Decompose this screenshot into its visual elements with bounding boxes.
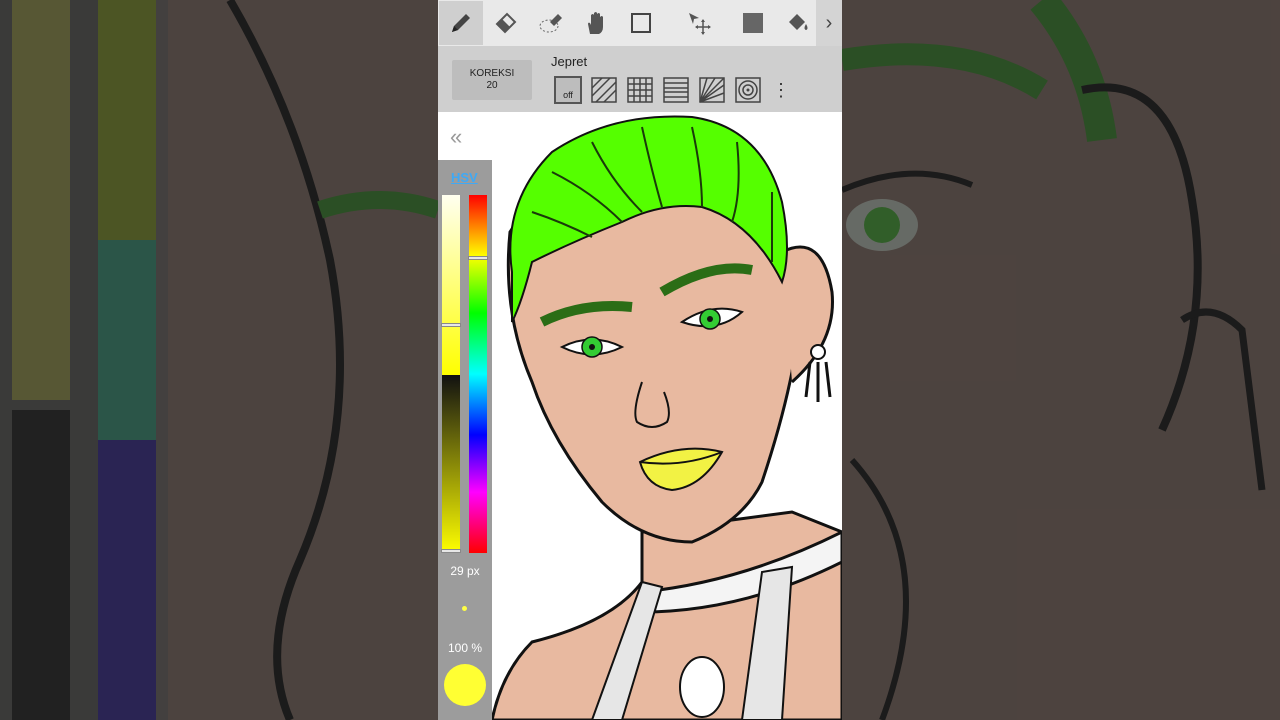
background-right: [842, 0, 1280, 720]
grid-icon: [627, 77, 653, 103]
snap-label: Jepret: [551, 54, 588, 69]
opacity-label[interactable]: 100 %: [438, 641, 492, 655]
rectangle-select-icon: [631, 13, 651, 33]
eraser-tool[interactable]: [484, 1, 528, 45]
pen-tool[interactable]: [439, 1, 483, 45]
bucket-icon: [789, 14, 808, 30]
snap-parallel-button[interactable]: [590, 76, 618, 104]
brush-size-label[interactable]: 29 px: [438, 564, 492, 578]
rectangle-select-tool[interactable]: [619, 1, 663, 45]
selection-eraser-tool[interactable]: [529, 1, 573, 45]
hue-slider[interactable]: [469, 195, 487, 553]
brush-size-preview: [462, 606, 467, 611]
radial-lines-icon: [699, 77, 725, 103]
hue-handle[interactable]: [468, 256, 488, 260]
saturation-slider[interactable]: [442, 195, 460, 375]
tool-bar: ›: [438, 0, 842, 46]
snap-off-button[interactable]: off: [554, 76, 582, 104]
artwork: [490, 115, 842, 720]
snap-grid-button[interactable]: [626, 76, 654, 104]
correction-button[interactable]: KOREKSI 20: [452, 60, 532, 100]
selection-eraser-icon: [539, 14, 562, 33]
eraser-icon: [495, 12, 517, 34]
app-screen: › KOREKSI 20 Jepret off ⋮ « HSV 29 px 10…: [438, 0, 842, 720]
correction-value: 20: [486, 80, 498, 91]
bucket-tool[interactable]: [776, 1, 820, 45]
correction-label: KOREKSI: [469, 68, 515, 79]
current-color-swatch[interactable]: [444, 664, 486, 706]
fill-rect-tool[interactable]: [731, 1, 775, 45]
snap-perspective-button[interactable]: [662, 76, 690, 104]
color-panel: HSV 29 px 100 %: [438, 160, 492, 720]
pen-icon: [452, 14, 470, 32]
snap-radial-lines-button[interactable]: [698, 76, 726, 104]
hand-icon: [588, 12, 603, 34]
double-chevron-left-icon: «: [450, 124, 463, 149]
snap-off-label: off: [563, 90, 573, 100]
background-left: [0, 0, 438, 720]
drawing-canvas[interactable]: [490, 112, 842, 720]
move-icon: [689, 13, 711, 35]
perspective-lines-icon: [663, 77, 689, 103]
snap-concentric-button[interactable]: [734, 76, 762, 104]
fill-rect-icon: [743, 13, 763, 33]
value-handle[interactable]: [441, 549, 461, 553]
move-tool[interactable]: [677, 1, 721, 45]
more-options-icon[interactable]: ⋮: [772, 81, 790, 99]
hand-tool[interactable]: [574, 1, 618, 45]
collapse-panel-button[interactable]: «: [450, 124, 462, 150]
value-slider[interactable]: [442, 375, 460, 553]
concentric-circles-icon: [735, 77, 761, 103]
toolbar-next-button[interactable]: ›: [816, 0, 842, 46]
tool-options-bar: KOREKSI 20 Jepret off ⋮: [438, 46, 842, 112]
chevron-right-icon: ›: [825, 11, 833, 34]
saturation-handle[interactable]: [441, 323, 461, 327]
snap-options: off ⋮: [554, 76, 790, 104]
hsv-tab[interactable]: HSV: [451, 170, 478, 185]
parallel-lines-icon: [591, 77, 617, 103]
